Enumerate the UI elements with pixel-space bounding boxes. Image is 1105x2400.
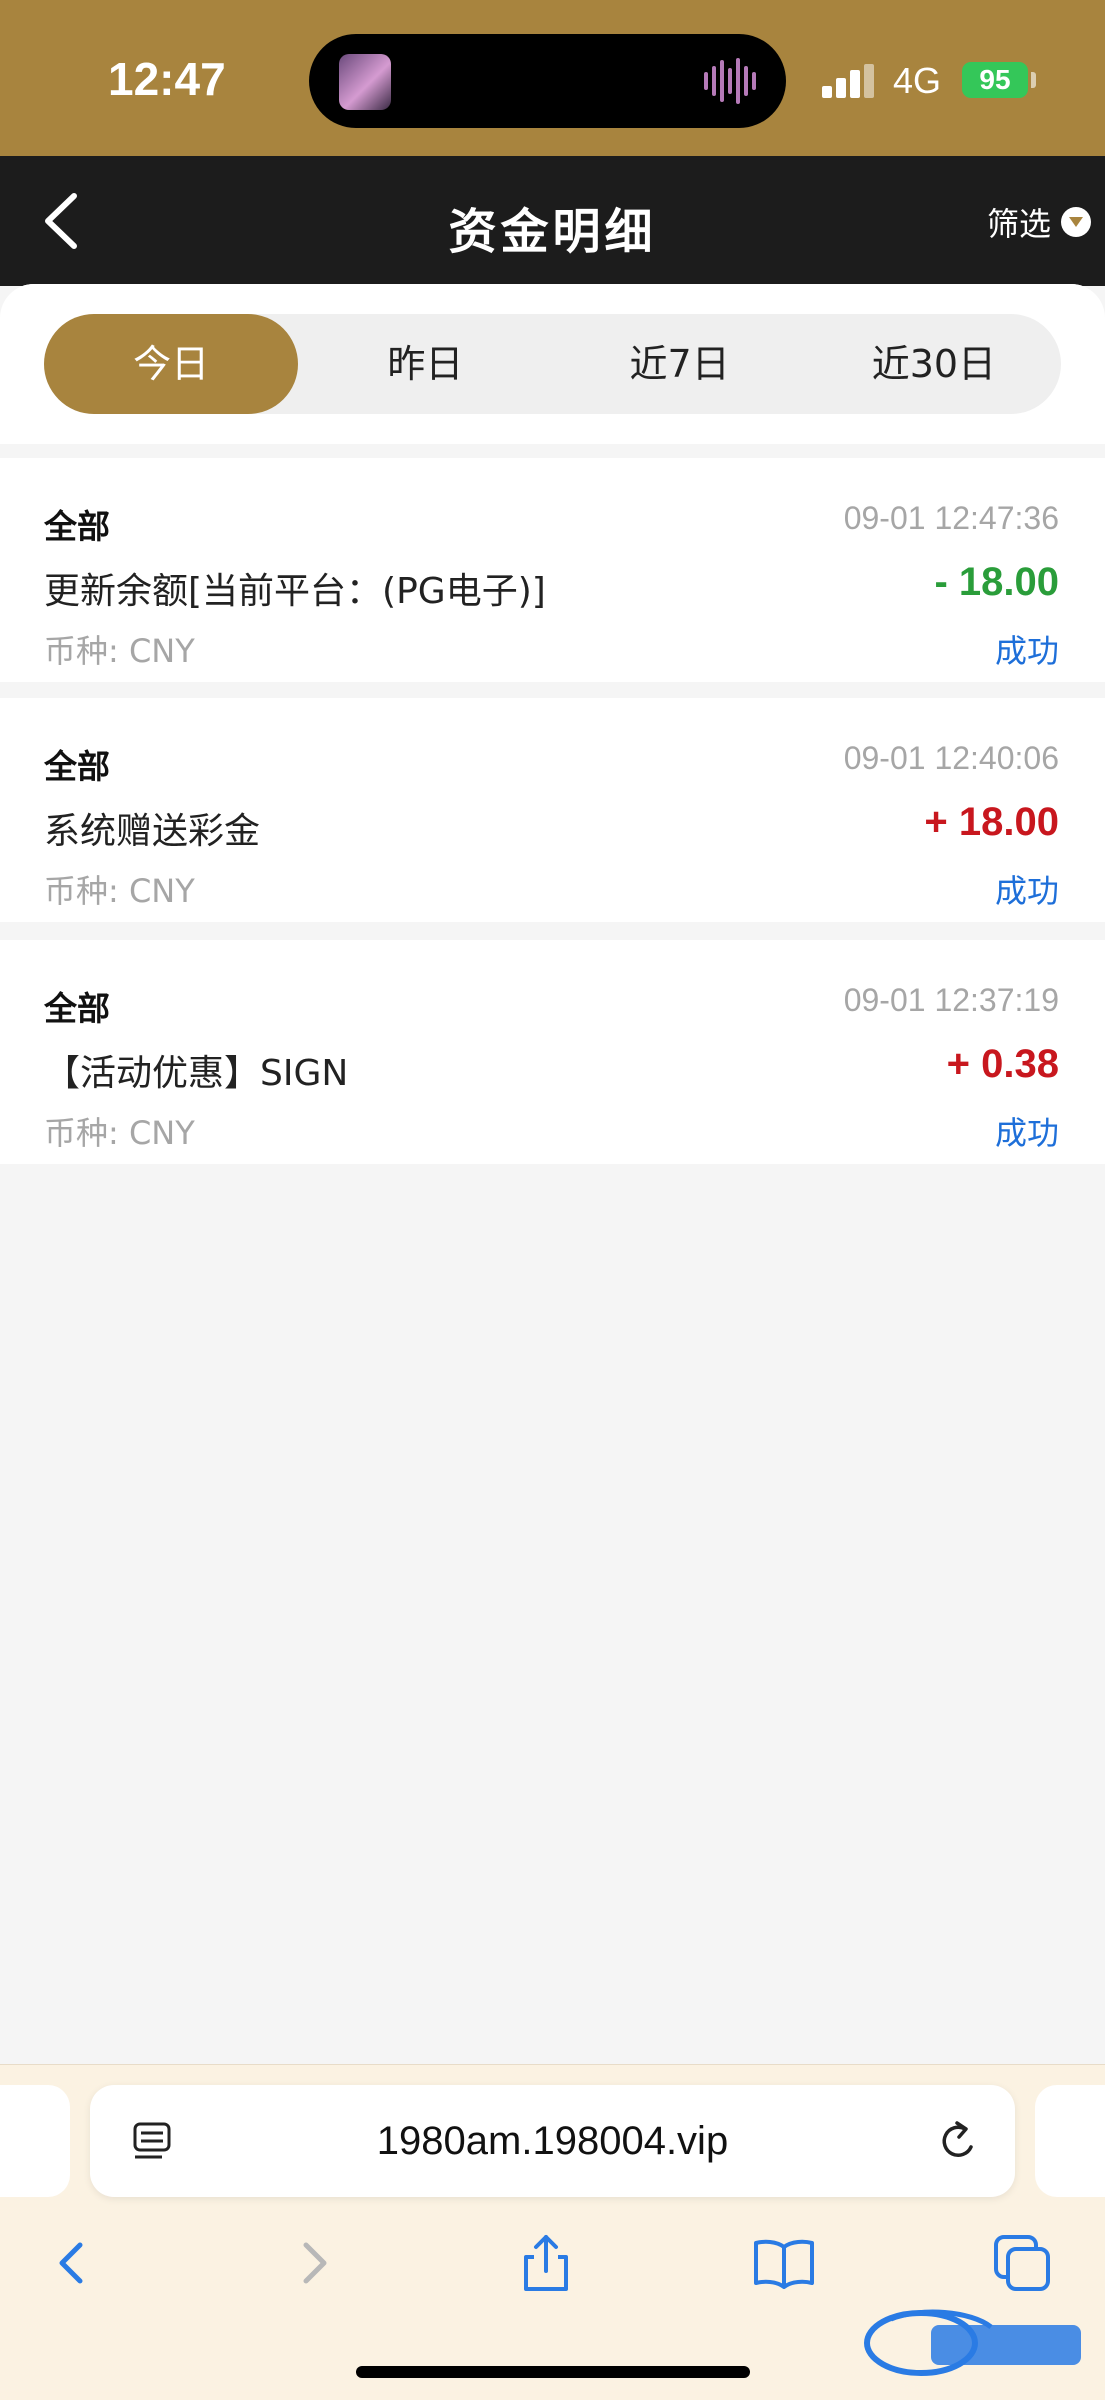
reload-icon[interactable] — [935, 2117, 981, 2165]
filter-label: 筛选 — [986, 205, 1051, 243]
record-time: 09-01 12:40:06 — [843, 740, 1059, 776]
record-category: 全部 — [44, 747, 110, 786]
browser-forward-icon[interactable] — [282, 2231, 346, 2295]
share-icon[interactable] — [514, 2231, 578, 2295]
tab-last-7-days[interactable]: 近7日 — [553, 314, 807, 414]
tab-today[interactable]: 今日 — [44, 314, 299, 414]
network-type: 4G — [893, 60, 942, 101]
filter-dropdown-icon — [1061, 207, 1091, 237]
record-row: 全部 09-01 12:37:19 【活动优惠】SIGN + 0.38 币种: … — [0, 940, 1105, 1164]
previous-tab-preview[interactable] — [0, 2085, 70, 2197]
record-status: 成功 — [994, 1114, 1059, 1152]
content-panel: 今日 昨日 近7日 近30日 全部 09-01 12:47:36 更新余额[当前… — [0, 284, 1105, 2064]
watermark-logo — [864, 2309, 1081, 2376]
bookmarks-icon[interactable] — [752, 2231, 816, 2295]
record-amount: + 0.38 — [946, 1042, 1059, 1086]
record-time: 09-01 12:37:19 — [843, 982, 1059, 1018]
record-category: 全部 — [44, 989, 110, 1028]
record-currency: 币种: CNY — [44, 872, 195, 910]
record-time: 09-01 12:47:36 — [843, 500, 1059, 536]
signal-icon — [822, 64, 874, 98]
nav-header: 资金明细 筛选 — [0, 156, 1105, 286]
island-avatar — [339, 54, 391, 110]
address-bar[interactable]: 1980am.198004.vip — [90, 2085, 1015, 2197]
page-title: 资金明细 — [448, 204, 657, 260]
record-currency: 币种: CNY — [44, 632, 195, 670]
status-time: 12:47 — [108, 53, 226, 105]
record-description: 更新余额[当前平台：(PG电子)] — [44, 571, 546, 612]
audio-wave-icon — [704, 58, 756, 104]
tabs-icon[interactable] — [990, 2231, 1054, 2295]
browser-back-icon[interactable] — [40, 2231, 104, 2295]
date-tabs-container: 今日 昨日 近7日 近30日 — [0, 284, 1105, 444]
tab-last-30-days[interactable]: 近30日 — [807, 314, 1061, 414]
record-status: 成功 — [994, 872, 1059, 910]
dynamic-island — [309, 34, 786, 128]
record-category: 全部 — [44, 507, 110, 546]
record-description: 系统赠送彩金 — [44, 811, 261, 852]
status-bar: 12:47 4G 95 — [0, 0, 1105, 156]
browser-toolbar: 1980am.198004.vip — [0, 2064, 1105, 2400]
filter-button[interactable]: 筛选 — [987, 200, 1091, 244]
record-row: 全部 09-01 12:47:36 更新余额[当前平台：(PG电子)] - 18… — [0, 458, 1105, 682]
date-tabs: 今日 昨日 近7日 近30日 — [44, 314, 1061, 414]
battery-indicator: 95 — [962, 62, 1028, 98]
battery-nub — [1031, 72, 1036, 88]
record-amount: - 18.00 — [934, 560, 1059, 604]
home-indicator — [356, 2366, 750, 2378]
record-status: 成功 — [994, 632, 1059, 670]
record-description: 【活动优惠】SIGN — [44, 1053, 349, 1094]
next-tab-preview[interactable] — [1035, 2085, 1105, 2197]
tab-yesterday[interactable]: 昨日 — [298, 314, 552, 414]
record-row: 全部 09-01 12:40:06 系统赠送彩金 + 18.00 币种: CNY… — [0, 698, 1105, 922]
record-currency: 币种: CNY — [44, 1114, 195, 1152]
record-amount: + 18.00 — [924, 800, 1059, 844]
url-text: 1980am.198004.vip — [376, 2119, 729, 2163]
